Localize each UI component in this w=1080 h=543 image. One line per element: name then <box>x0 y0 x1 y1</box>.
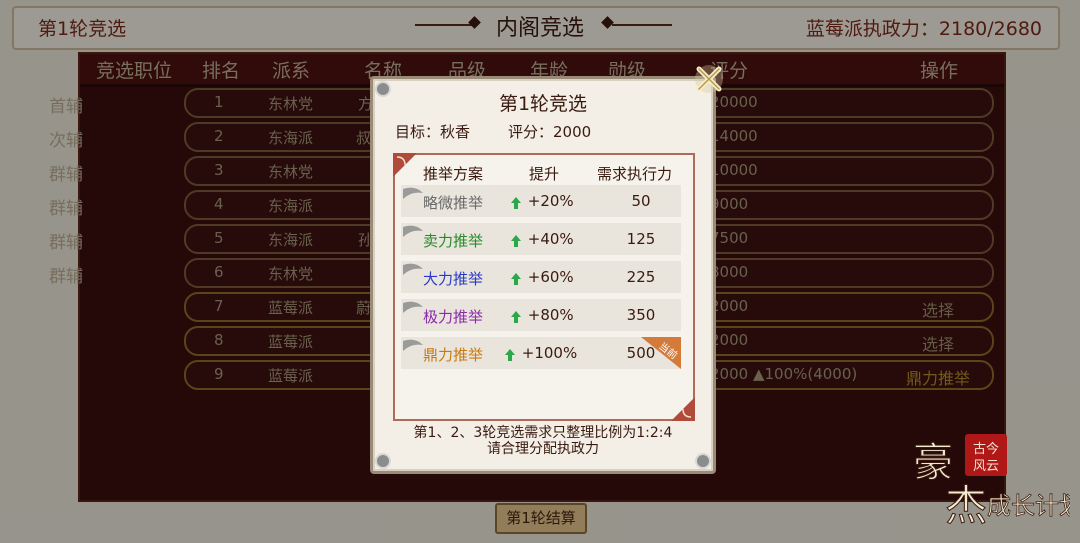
game-logo: 豪 杰 成长计划 古今 风云 <box>913 434 1070 531</box>
option-row-hard[interactable]: 卖力推举 +40% 125 <box>401 223 681 255</box>
up-arrow-icon <box>511 272 521 285</box>
option-row-slight[interactable]: 略微推举 +20% 50 <box>401 185 681 217</box>
up-arrow-icon <box>505 348 515 361</box>
option-name: 极力推举 <box>423 308 484 326</box>
score-label: 评分：2000 <box>508 123 592 141</box>
ratio-note-line2: 请合理分配执政力 <box>487 441 599 457</box>
logo-char-1: 豪 <box>913 440 953 486</box>
ratio-note-line1: 第1、2、3轮竞选需求只整理比例为1:2:4 <box>413 425 673 441</box>
target-label: 目标：秋香 <box>395 123 471 141</box>
ratio-note: 第1、2、3轮竞选需求只整理比例为1:2:4 请合理分配执政力 <box>373 425 713 457</box>
corner-ornament-icon <box>671 397 695 421</box>
logo-seal-text-top: 古今 <box>973 441 999 457</box>
up-arrow-icon <box>511 234 521 247</box>
option-need: 350 <box>626 306 656 324</box>
close-icon[interactable] <box>691 61 727 97</box>
col-rise: 提升 <box>529 165 560 183</box>
option-row-strong[interactable]: 大力推举 +60% 225 <box>401 261 681 293</box>
option-row-full[interactable]: 鼎力推举 +100% 500 当前 <box>401 337 681 369</box>
dialog-title: 第1轮竞选 <box>498 93 588 115</box>
col-need: 需求执行力 <box>597 165 673 183</box>
option-rise: +60% <box>511 268 574 286</box>
option-row-utmost[interactable]: 极力推举 +80% 350 <box>401 299 681 331</box>
option-name: 大力推举 <box>423 270 484 288</box>
option-rise-value: +60% <box>527 268 574 286</box>
option-rise-value: +100% <box>521 344 578 362</box>
option-rise-value: +40% <box>527 230 574 248</box>
recommendation-table: 推举方案 提升 需求执行力 略微推举 +20% 50 卖力推举 +40% 125… <box>393 153 695 421</box>
option-name: 略微推举 <box>423 194 484 212</box>
logo-char-2: 杰 <box>945 481 987 530</box>
election-dialog: 第1轮竞选 目标：秋香 评分：2000 推举方案 提升 需求执行力 略微推举 +… <box>370 65 723 474</box>
option-rise: +80% <box>511 306 574 324</box>
option-rise-value: +20% <box>527 192 574 210</box>
up-arrow-icon <box>511 196 521 209</box>
current-badge: 当前 <box>641 337 681 369</box>
option-rise-value: +80% <box>527 306 574 324</box>
logo-seal-text-bottom: 风云 <box>973 459 999 474</box>
option-need: 50 <box>631 192 651 210</box>
option-need: 125 <box>626 230 656 248</box>
up-arrow-icon <box>511 310 521 323</box>
option-name: 卖力推举 <box>423 232 484 250</box>
option-name: 鼎力推举 <box>423 346 484 364</box>
col-plan: 推举方案 <box>423 165 484 183</box>
option-rise: +20% <box>511 192 574 210</box>
option-rise: +100% <box>505 344 577 362</box>
corner-ornament-icon <box>393 153 417 177</box>
option-rise: +40% <box>511 230 574 248</box>
logo-char-rest: 成长计划 <box>987 492 1070 520</box>
option-need: 225 <box>626 268 656 286</box>
